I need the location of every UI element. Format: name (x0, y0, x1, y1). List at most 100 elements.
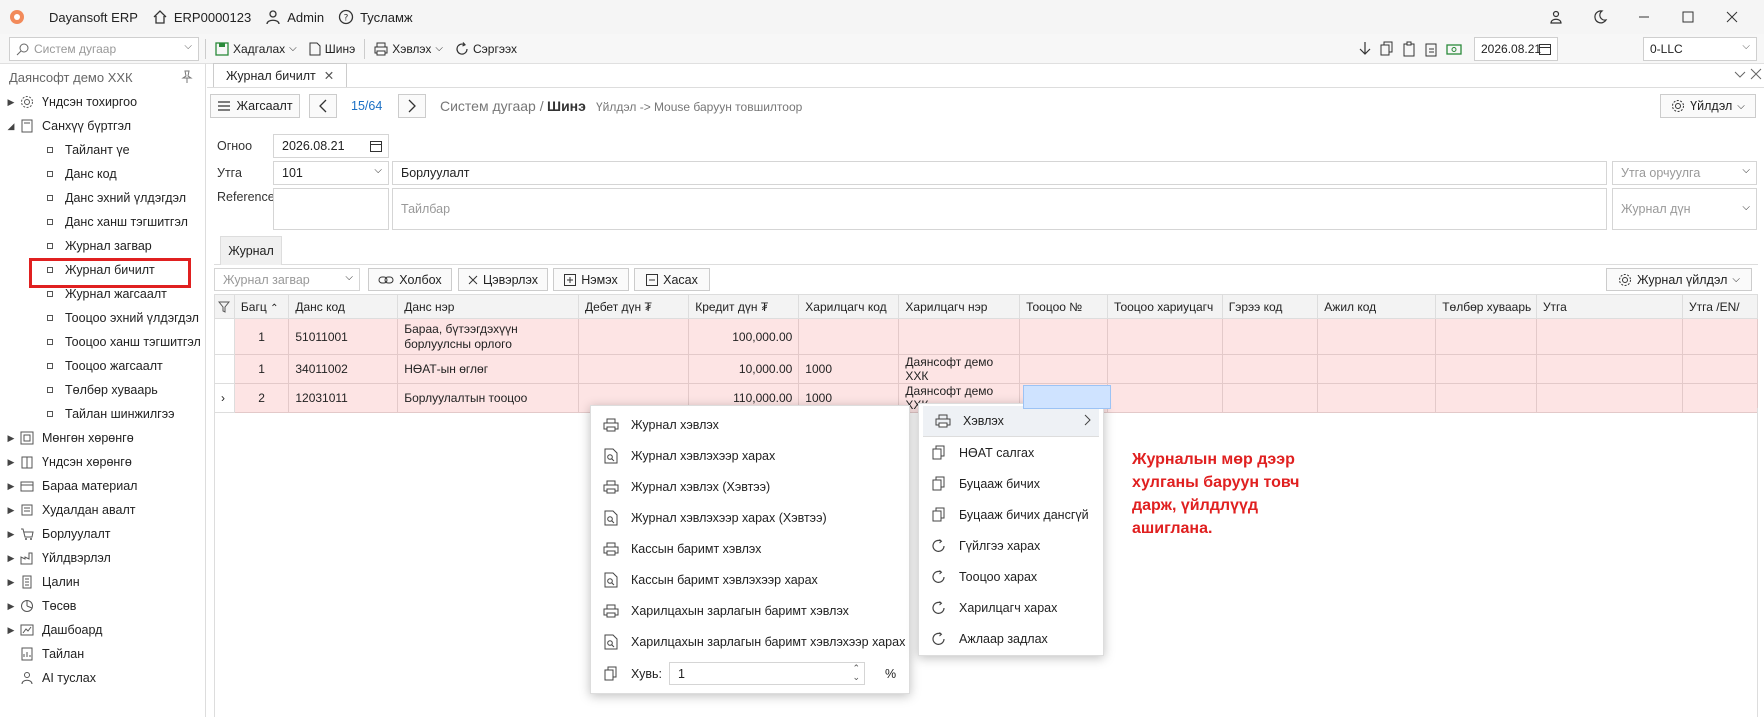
cell-account-name[interactable]: Бараа, бүтээгдэхүүн борлуулсны орлого (397, 318, 580, 355)
sidebar-item[interactable]: ▶ Цалин (0, 570, 205, 594)
cell-empty[interactable] (1317, 354, 1437, 384)
col-value[interactable]: Утга (1535, 294, 1684, 319)
context-menu-item[interactable]: Харилцагч харах (919, 592, 1103, 623)
calendar-icon[interactable] (370, 140, 382, 152)
cell-empty[interactable] (1535, 354, 1684, 384)
journal-action-button[interactable]: Журнал үйлдэл ⌵ (1606, 268, 1752, 291)
context-menu-item[interactable]: НӨАТ салгах (919, 437, 1103, 468)
selected-cell[interactable] (1023, 385, 1111, 409)
cell-empty[interactable] (1535, 318, 1684, 355)
context-menu-item[interactable]: Гүйлгээ харах (919, 530, 1103, 561)
context-menu-item[interactable]: Буцааж бичих дансгүй (919, 499, 1103, 530)
table-row[interactable]: 1 34011002 НӨАТ-ын өглөг 10,000.00 1000 Даянс… (214, 354, 1758, 384)
expand-arrow-icon[interactable]: ▶ (4, 457, 18, 468)
col-credit[interactable]: Кредит дүн ₮ (688, 294, 800, 319)
copy-icon[interactable] (1378, 37, 1396, 61)
expand-arrow-icon[interactable]: ▶ (4, 601, 18, 612)
col-batch[interactable]: Багц ⌃ (233, 294, 290, 319)
tab-journal-entry[interactable]: Журнал бичилт ✕ (213, 63, 348, 87)
cell-empty[interactable] (1435, 354, 1537, 384)
maximize-icon[interactable] (1666, 0, 1710, 34)
cell-debit[interactable] (578, 318, 690, 355)
sidebar-item[interactable]: Тайлан (0, 642, 205, 666)
paste-icon[interactable] (1422, 37, 1440, 61)
sidebar-item[interactable]: ▶ Үндсэн тохиргоо (0, 90, 205, 114)
cell-batch[interactable]: 1 (233, 318, 290, 355)
system-no-search[interactable]: Систем дугаар ⌵ (9, 36, 199, 61)
journal-amount-field[interactable]: Журнал дүн ⌵ (1612, 188, 1757, 230)
close-tab-icon[interactable]: ✕ (324, 68, 334, 83)
download-icon[interactable] (1356, 37, 1374, 61)
sidebar-item[interactable]: Тайлант үе (0, 138, 205, 162)
cell-empty[interactable] (1435, 318, 1537, 355)
col-partner-code[interactable]: Харилцагч код (798, 294, 900, 319)
sidebar-item[interactable]: ▶ Борлуулалт (0, 522, 205, 546)
collapse-arrow-icon[interactable]: ◢ (4, 121, 18, 132)
cell-empty[interactable] (1107, 318, 1223, 355)
print-menu-item[interactable]: Журнал хэвлэх (591, 409, 909, 440)
reference-field[interactable] (273, 188, 389, 230)
filter-icon[interactable] (214, 294, 235, 319)
sidebar-item[interactable]: Тооцоо эхний үлдэгдэл (0, 306, 205, 330)
journal-template-select[interactable]: Журнал загвар ⌵ (214, 268, 360, 291)
account-icon[interactable] (1534, 0, 1578, 34)
sidebar-item[interactable]: Данс код (0, 162, 205, 186)
cell-empty[interactable] (1317, 318, 1437, 355)
expand-arrow-icon[interactable]: ▶ (4, 481, 18, 492)
sidebar-item[interactable]: AI туслах (0, 666, 205, 690)
cell-empty[interactable] (1682, 354, 1758, 384)
cell-debit[interactable] (578, 354, 690, 384)
clipboard-icon[interactable] (1400, 37, 1418, 61)
tab-journal[interactable]: Журнал (220, 236, 282, 265)
expand-arrow-icon[interactable]: ▶ (4, 97, 18, 108)
pin-icon[interactable] (181, 70, 193, 84)
link-button[interactable]: Холбох (368, 268, 452, 291)
refresh-button[interactable]: Сэргээх (449, 37, 523, 61)
sidebar-item[interactable]: Тайлан шинжилгээ (0, 402, 205, 426)
sidebar-item[interactable]: ▶ Дашбоард (0, 618, 205, 642)
cell-empty[interactable] (1682, 318, 1758, 355)
cell-credit[interactable]: 100,000.00 (688, 318, 800, 355)
user-item[interactable]: Admin (265, 9, 324, 25)
sidebar-item[interactable]: ◢ Санхүү бүртгэл (0, 114, 205, 138)
sidebar-item[interactable]: Тооцоо жагсаалт (0, 354, 205, 378)
close-icon[interactable] (1710, 0, 1754, 34)
system-no-item[interactable]: ERP0000123 (152, 9, 251, 25)
new-button[interactable]: Шинэ (303, 37, 361, 61)
next-button[interactable] (398, 94, 426, 118)
sidebar-item[interactable]: ▶ Мөнгөн хөрөнгө (0, 426, 205, 450)
code-select[interactable]: 101 ⌵ (273, 161, 389, 185)
company-select[interactable]: 0-LLC ⌵ (1643, 37, 1757, 61)
col-value-en[interactable]: Утга /EN/ (1682, 294, 1758, 319)
print-button[interactable]: Хэвлэх ⌵ (368, 37, 449, 61)
print-menu-item[interactable]: Харилцахын зарлагын баримт хэвлэх (591, 595, 909, 626)
col-contract-code[interactable]: Гэрээ код (1221, 294, 1319, 319)
sidebar-item[interactable]: ▶ Үйлдвэрлэл (0, 546, 205, 570)
cell-empty[interactable] (1019, 318, 1109, 355)
cell-credit[interactable]: 10,000.00 (688, 354, 800, 384)
cell-empty[interactable] (1221, 318, 1319, 355)
print-menu-item[interactable]: Кассын баримт хэвлэхээр харах (591, 564, 909, 595)
col-job-code[interactable]: Ажил код (1317, 294, 1437, 319)
cell-partner-code[interactable]: 1000 (798, 354, 900, 384)
sidebar-item[interactable]: Журнал загвар (0, 234, 205, 258)
sidebar-item[interactable]: Данс ханш тэгшитгэл (0, 210, 205, 234)
cell-account-name[interactable]: НӨАТ-ын өглөг (397, 354, 580, 384)
copies-input[interactable]: 1 ⌃ ⌄ (669, 662, 865, 685)
expand-arrow-icon[interactable]: ▶ (4, 577, 18, 588)
save-button[interactable]: Хадгалах ⌵ (209, 37, 303, 61)
col-account-code[interactable]: Данс код (288, 294, 399, 319)
note-field[interactable]: Тайлбар (392, 188, 1607, 230)
col-debit[interactable]: Дебет дүн ₮ (578, 294, 690, 319)
print-menu-item[interactable]: Харилцахын зарлагын баримт хэвлэхээр хар… (591, 626, 909, 657)
col-settlement-no[interactable]: Тооцоо № (1019, 294, 1109, 319)
help-item[interactable]: ? Тусламж (338, 9, 413, 25)
print-menu-item[interactable]: Журнал хэвлэхээр харах (591, 440, 909, 471)
spinner-icon[interactable]: ⌃ ⌄ (852, 664, 860, 682)
list-button[interactable]: Жагсаалт (210, 94, 300, 118)
remove-row-button[interactable]: Хасах (634, 268, 710, 291)
currency-icon[interactable] (1444, 37, 1464, 61)
actions-button[interactable]: Үйлдэл ⌵ (1660, 94, 1756, 118)
date-picker[interactable]: 2026.08.21 (1474, 37, 1558, 61)
print-menu-item[interactable]: Журнал хэвлэх (Хэвтээ) (591, 471, 909, 502)
